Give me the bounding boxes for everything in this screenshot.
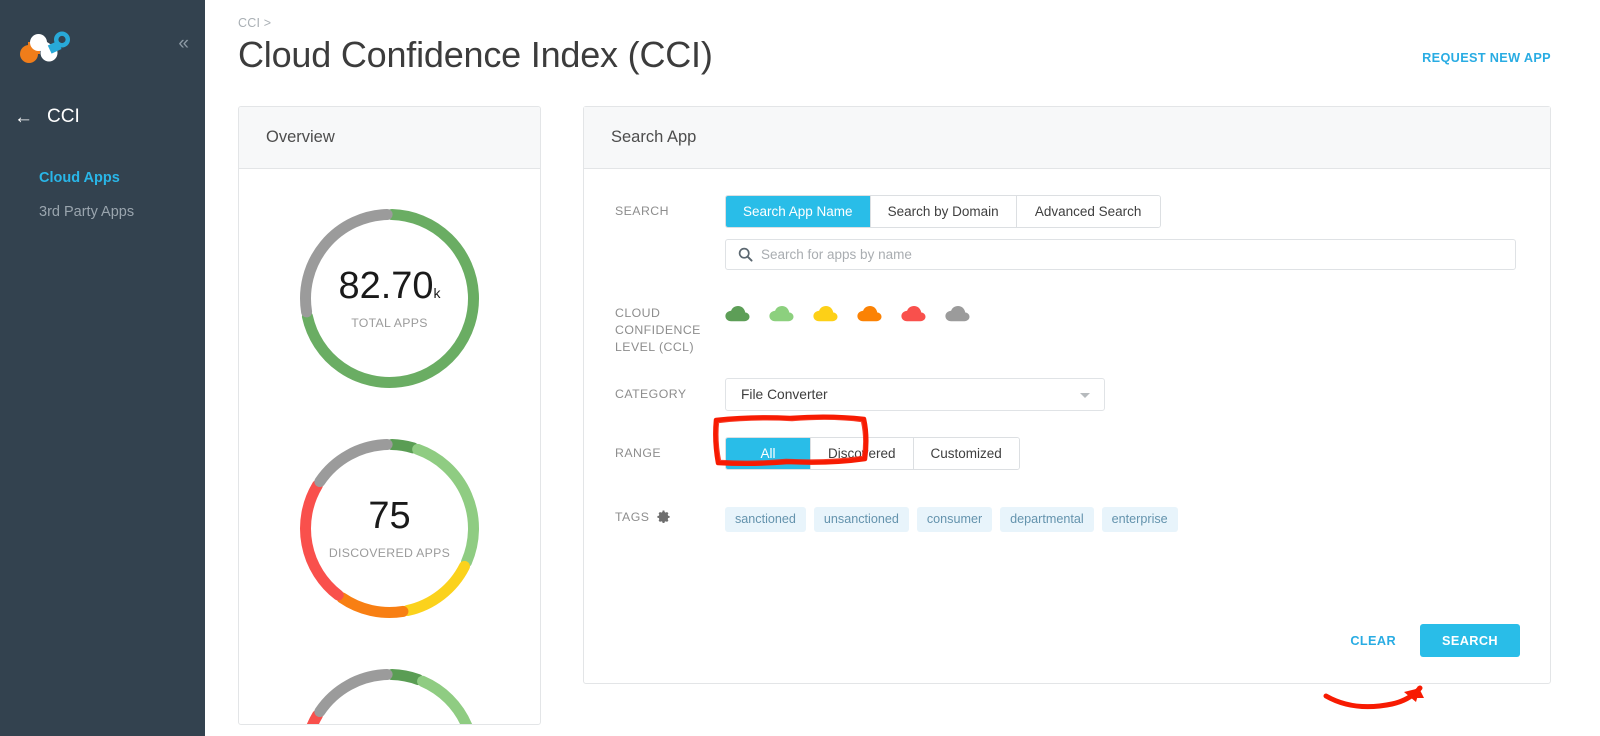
donut-value: 75 [368, 495, 411, 537]
clear-button[interactable]: CLEAR [1350, 634, 1396, 648]
donut-segment-unknown [314, 669, 393, 718]
tags-label-text: TAGS [615, 510, 650, 524]
ccl-label-line-1: CLOUD [615, 306, 661, 320]
sidebar-item-cloud-apps[interactable]: Cloud Apps [0, 161, 205, 195]
donut-segment-high [417, 675, 473, 724]
donut-chart: 75 DISCOVERED APPS [287, 426, 492, 631]
range-row: RANGE All Discovered Customized [615, 437, 1516, 470]
sidebar-nav: Cloud Apps 3rd Party Apps [0, 161, 205, 229]
range-row-label: RANGE [615, 446, 661, 460]
tab-search-app-name[interactable]: Search App Name [726, 196, 871, 227]
tab-advanced-search[interactable]: Advanced Search [1016, 196, 1160, 227]
chevron-down-icon [1080, 393, 1090, 398]
category-row-field: File Converter [725, 378, 1516, 411]
ccl-row: CLOUD CONFIDENCE LEVEL (CCL) [615, 297, 1516, 356]
back-arrow-icon[interactable]: ← [14, 108, 33, 127]
ccl-poor-icon[interactable] [901, 306, 926, 322]
donut-value: 82.70k [338, 265, 441, 307]
gear-icon[interactable] [657, 510, 670, 528]
app-root: « ← CCI Cloud Apps 3rd Party Apps CCI > … [0, 0, 1600, 736]
sidebar-collapse-icon[interactable]: « [178, 34, 188, 53]
range-option-all[interactable]: All [726, 438, 811, 469]
sidebar-item-3rd-party-apps[interactable]: 3rd Party Apps [0, 195, 205, 229]
breadcrumb[interactable]: CCI > [238, 0, 1551, 30]
tags-row-field: sanctioned unsanctioned consumer department… [725, 501, 1516, 532]
category-row: CATEGORY File Converter [615, 378, 1516, 411]
ccl-medium-icon[interactable] [813, 306, 838, 322]
tags-row-label: TAGS [615, 501, 725, 532]
ccl-high-icon[interactable] [769, 306, 794, 322]
ccl-excellent-icon[interactable] [725, 306, 750, 322]
tag-unsanctioned[interactable]: unsanctioned [813, 507, 909, 532]
ccl-label-line-2: CONFIDENCE [615, 323, 701, 337]
donut-center: 82.70k TOTAL APPS [287, 196, 492, 401]
range-row-field: All Discovered Customized [725, 437, 1516, 470]
overview-card: Overview 82.70k TOTAL APPS 75 DISCOVERED AP… [238, 106, 541, 725]
search-row-field: Search App Name Search by Domain Advance… [725, 195, 1516, 270]
search-input-wrapper[interactable] [725, 239, 1516, 270]
tags-row: TAGS sanctioned unsanctioned consumer depar… [615, 501, 1516, 532]
molecule-logo-icon [18, 29, 72, 63]
search-card-title: Search App [584, 107, 1550, 169]
donut-label: DISCOVERED APPS [328, 546, 451, 560]
donut-chart-list: 82.70k TOTAL APPS 75 DISCOVERED APPS [239, 169, 540, 724]
main-content: CCI > Cloud Confidence Index (CCI) REQUE… [205, 0, 1600, 736]
donut-segment-excellent [386, 669, 424, 686]
tag-departmental[interactable]: departmental [1000, 507, 1094, 532]
donut-value-suffix: k [433, 285, 441, 301]
category-select-value: File Converter [741, 387, 828, 402]
request-new-app-link[interactable]: REQUEST NEW APP [1422, 51, 1551, 65]
search-icon [738, 247, 753, 262]
sidebar-section-title: CCI [47, 106, 80, 127]
range-option-discovered[interactable]: Discovered [811, 438, 914, 469]
sidebar: « ← CCI Cloud Apps 3rd Party Apps [0, 0, 205, 736]
sidebar-header: « [0, 0, 205, 92]
search-input[interactable] [726, 240, 1515, 269]
category-row-label: CATEGORY [615, 387, 687, 401]
search-row-label: SEARCH [615, 204, 669, 218]
search-app-card: Search App SEARCH Search App Name Search… [583, 106, 1551, 684]
search-button[interactable]: SEARCH [1420, 624, 1520, 657]
donut-center: 75 DISCOVERED APPS [287, 426, 492, 631]
sidebar-back-row[interactable]: ← CCI [0, 96, 205, 138]
search-card-footer: CLEAR SEARCH [1350, 624, 1520, 657]
ccl-cloud-list [725, 297, 1516, 322]
category-select[interactable]: File Converter [725, 378, 1105, 411]
tag-enterprise[interactable]: enterprise [1101, 507, 1178, 532]
range-option-customized[interactable]: Customized [913, 438, 1019, 469]
tag-list: sanctioned unsanctioned consumer department… [725, 501, 1516, 532]
donut-segment-poor [307, 709, 323, 724]
ccl-unknown-icon[interactable] [945, 306, 970, 322]
ccl-row-label: CLOUD CONFIDENCE LEVEL (CCL) [615, 297, 725, 356]
search-row: SEARCH Search App Name Search by Domain … [615, 195, 1516, 270]
donut-chart: 82.70k TOTAL APPS [287, 196, 492, 401]
range-toggle-group: All Discovered Customized [725, 437, 1020, 470]
search-mode-tabs: Search App Name Search by Domain Advance… [725, 195, 1161, 228]
overview-card-title: Overview [239, 107, 540, 169]
ccl-label-line-3: LEVEL (CCL) [615, 340, 694, 354]
tag-consumer[interactable]: consumer [916, 507, 993, 532]
search-form: SEARCH Search App Name Search by Domain … [584, 169, 1550, 532]
content-area: Overview 82.70k TOTAL APPS 75 DISCOVERED AP… [238, 106, 1551, 725]
donut-label: TOTAL APPS [351, 316, 428, 330]
ccl-low-icon[interactable] [857, 306, 882, 322]
page-title: Cloud Confidence Index (CCI) [238, 34, 713, 75]
donut-chart [287, 656, 492, 724]
tag-sanctioned[interactable]: sanctioned [725, 507, 806, 532]
tab-search-by-domain[interactable]: Search by Domain [870, 196, 1017, 227]
ccl-row-field [725, 297, 1516, 356]
